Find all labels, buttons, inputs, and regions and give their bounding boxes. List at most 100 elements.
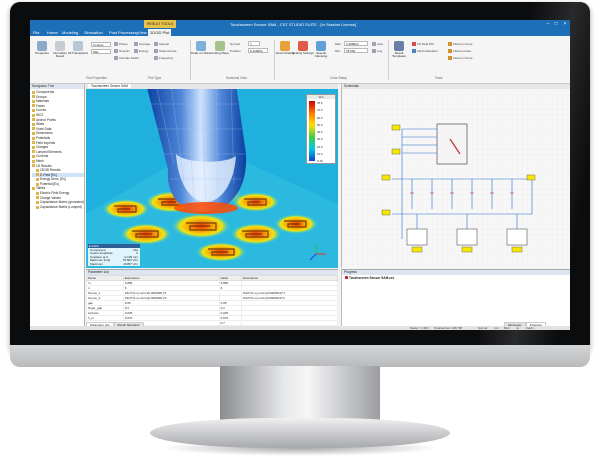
menu-home[interactable]: Home [47, 30, 58, 35]
monitor-photo: RESULT TOOLS Touchscreen Sensor SAM - CS… [0, 0, 600, 466]
position-label: Position [230, 49, 241, 53]
nav-tree-item-label: Potential [Es] [40, 181, 59, 186]
menu-view[interactable]: View [138, 30, 147, 35]
properties-button[interactable]: Properties [34, 41, 50, 61]
field-plot-3d [86, 84, 338, 268]
cutting-plane-button[interactable]: Cutting Plane [211, 41, 229, 61]
legend-tick-label: 70.0 [317, 108, 323, 113]
folder-icon [32, 99, 35, 103]
legend-tick-label: 40.0 [317, 130, 323, 134]
tab-touchscreen-sensor[interactable]: Touchscreen Sensor SAM [88, 84, 131, 88]
scale-arrows-item[interactable]: Scale Arrows [154, 49, 177, 54]
plot-type-select[interactable]: Max [91, 49, 111, 54]
nav-tree-item-label: Groups [36, 94, 47, 99]
scaling-settings-button[interactable]: Scaling Settings [292, 41, 314, 61]
folder-icon [32, 150, 35, 154]
context-tab-result-tools[interactable]: RESULT TOOLS [144, 20, 177, 28]
special-clamping-icon [316, 41, 326, 51]
smart-scaling-button[interactable]: Smart Scaling [276, 41, 294, 61]
app-window: RESULT TOOLS Touchscreen Sensor SAM - CS… [30, 20, 570, 330]
nav-tree-item-label: 1D Results [36, 163, 52, 168]
1d-field-plot-item[interactable]: 1D Field Plot [412, 42, 434, 47]
menu-file[interactable]: File [33, 30, 39, 35]
min-input[interactable]: 78.562 [344, 48, 368, 53]
field-info-row: Maximum 26357 V/m [90, 262, 138, 266]
smooth-item[interactable]: Smooth [114, 49, 129, 54]
animate-fields-item[interactable]: Animate Fields [114, 56, 139, 61]
field-on-curve-item-2[interactable]: Field on Curve [448, 56, 473, 61]
3d-viewport[interactable]: Touchscreen Sensor SAM V/m 78.6 70.0 60.0 5… [86, 84, 338, 268]
folder-icon [32, 113, 35, 117]
phase-item[interactable]: Phase [114, 42, 128, 47]
average-item[interactable]: Average [134, 42, 150, 47]
legend-color-bar [309, 101, 315, 161]
sample-item[interactable]: Sample [154, 42, 169, 47]
folder-icon [32, 164, 35, 168]
navigation-tree-panel: Navigation Tree Components Groups Material… [30, 84, 85, 330]
folder-icon [32, 141, 35, 145]
nav-tree-item-label: Voxel Data [36, 126, 52, 131]
folder-icon [36, 182, 39, 186]
legend-tick-label: 78.6 [317, 101, 323, 105]
nav-tree-item-label: E-Field [Es] [40, 172, 57, 177]
group-color-ramp: Color Ramp [330, 76, 348, 80]
field-on-face-item[interactable]: Field on Face [448, 49, 471, 54]
frequency-item[interactable]: Frequency [154, 56, 173, 61]
auto-checkbox[interactable]: Auto [372, 42, 383, 47]
nav-tree-item-label: Field Imprints [36, 140, 56, 145]
legend-tick-label: 10.0 [317, 151, 323, 156]
position-input[interactable]: 0.129604 [248, 48, 268, 53]
energy-item[interactable]: Energy [134, 49, 149, 54]
status-unit-mm: mm [494, 326, 499, 330]
folder-icon [32, 104, 35, 108]
nav-tree-item-label: Components [36, 90, 55, 94]
min-label: Min: [335, 49, 341, 53]
folder-icon [32, 159, 35, 163]
schematic-view[interactable]: Schematic [341, 84, 570, 268]
nav-tree-item-label: WCS [36, 112, 44, 117]
nav-tree-item-label: Charge Values [40, 195, 61, 200]
nav-tree-item-label: Potentials [36, 135, 50, 140]
nav-tree-item-label: Charges [36, 145, 49, 150]
plot-mode-select[interactable]: Contour [91, 42, 111, 47]
special-clamping-button[interactable]: Special Clamping [313, 41, 329, 61]
maximize-icon[interactable]: □ [552, 21, 560, 27]
minimize-icon[interactable]: – [544, 21, 552, 27]
menu-post-processing[interactable]: Post Processing [109, 30, 138, 35]
folder-icon [32, 132, 35, 135]
transparent-icon [73, 41, 83, 51]
menu-simulation[interactable]: Simulation [84, 30, 103, 35]
menu-2d3d-plot[interactable]: 2D/3D Plot [148, 29, 172, 36]
menu-modeling[interactable]: Modeling [62, 30, 78, 35]
all-transparent-button[interactable]: All Transparent [68, 41, 88, 61]
legend-tick-label: 50.0 [317, 122, 323, 127]
legend-unit: V/m [307, 95, 335, 99]
normal-select[interactable]: Y [248, 41, 260, 46]
normalize-result-button[interactable]: Normalize Result [52, 41, 68, 61]
smart-scaling-icon [280, 41, 290, 51]
folder-icon [36, 177, 39, 181]
fields-on-plane-button[interactable]: Fields on Plane [191, 41, 211, 61]
folder-icon [32, 187, 35, 191]
progress-item[interactable]: Touchscreen Sensor SAM.cst [342, 275, 570, 281]
normal-label: Normal [230, 42, 240, 46]
result-templates-button[interactable]: Result Templates [391, 41, 407, 61]
status-tetrahedrons: Tetrahedrons: 448,798 [434, 326, 462, 330]
legend-tick-label: 30.0 [317, 137, 323, 142]
ribbon-separator [388, 40, 389, 80]
field-calculator-item[interactable]: Field Calculator [412, 49, 438, 54]
navigation-tree: Components Groups Materials Faces Curves WCS A… [30, 89, 84, 209]
max-input[interactable]: 3.188914 [344, 41, 368, 46]
nav-tree-item[interactable]: Capacitance Matrix (Lumped) [32, 205, 84, 210]
field-info-box: E-Field Component Abs Colour amplitude 0 Cut… [88, 244, 140, 266]
group-tools: Tools [435, 76, 443, 80]
legend-tick-label: 20.0 [317, 144, 323, 149]
folder-icon [32, 118, 35, 122]
group-sectional-view: Sectional View [226, 76, 247, 80]
folder-icon [36, 168, 39, 172]
field-on-curve-item[interactable]: Field on Curve [448, 42, 473, 47]
group-plot-type: Plot Type [148, 76, 162, 80]
close-icon[interactable]: × [561, 21, 569, 27]
log-checkbox[interactable]: Log. [372, 49, 383, 54]
max-label: Max: [335, 42, 342, 46]
